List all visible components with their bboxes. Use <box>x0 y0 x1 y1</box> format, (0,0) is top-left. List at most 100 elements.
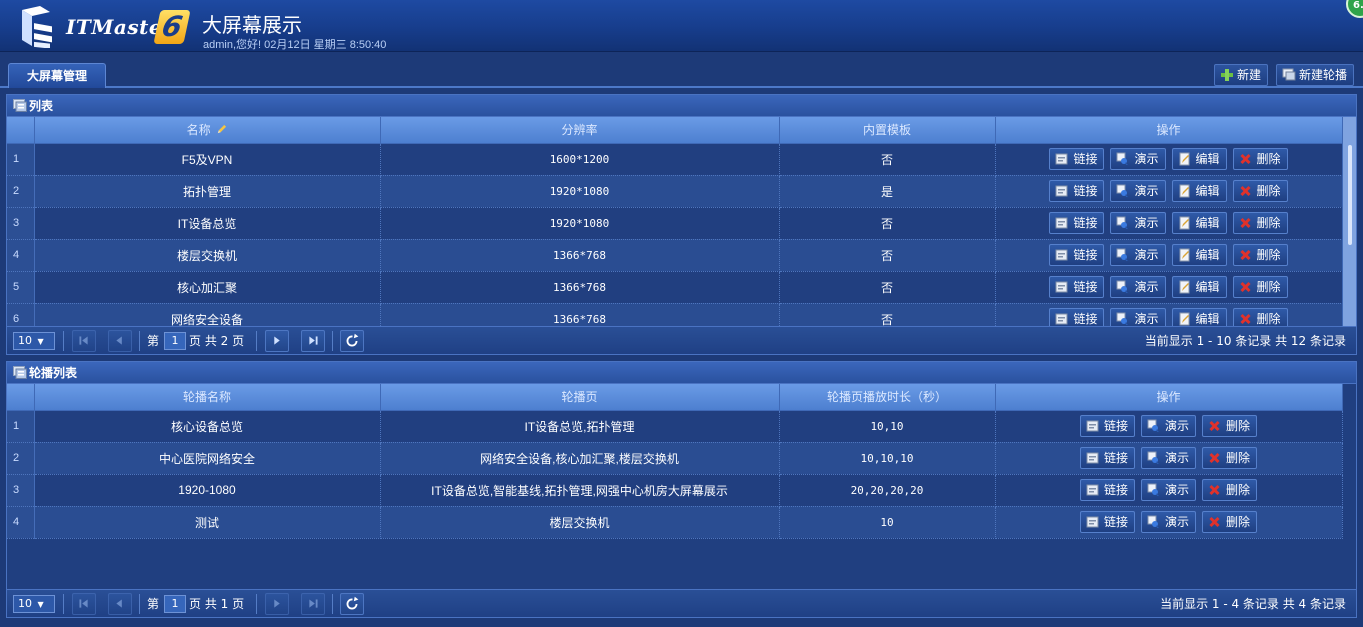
cell-resolution: 1366*768 <box>380 303 780 326</box>
link-button[interactable]: 链接 <box>1079 415 1135 437</box>
delete-button[interactable]: 删除 <box>1202 479 1258 501</box>
link-button[interactable]: 链接 <box>1049 308 1105 326</box>
first-page-button[interactable] <box>72 593 96 615</box>
table-row[interactable]: 6 网络安全设备 1366*768 否 链接 演示 编辑 删除 <box>7 303 1343 326</box>
demo-button[interactable]: 演示 <box>1110 244 1166 266</box>
page-size-select[interactable]: 10 ▼ <box>13 332 55 350</box>
link-button[interactable]: 链接 <box>1079 447 1135 469</box>
demo-button-label: 演示 <box>1164 483 1189 497</box>
cell-actions: 链接 演示 编辑 删除 <box>995 303 1343 326</box>
link-button[interactable]: 链接 <box>1049 148 1105 170</box>
delete-button[interactable]: 删除 <box>1202 447 1258 469</box>
delete-button[interactable]: 删除 <box>1232 148 1288 170</box>
delete-button[interactable]: 删除 <box>1202 415 1258 437</box>
cell-builtin: 否 <box>779 239 996 272</box>
plus-icon <box>1221 69 1233 81</box>
edit-button[interactable]: 编辑 <box>1171 180 1227 202</box>
demo-button[interactable]: 演示 <box>1110 148 1166 170</box>
delete-button[interactable]: 删除 <box>1232 212 1288 234</box>
refresh-button[interactable] <box>340 330 364 352</box>
vertical-scrollbar[interactable] <box>1342 117 1356 326</box>
grid-list-icon <box>13 366 27 379</box>
edit-icon <box>1179 312 1189 326</box>
panel-title-text: 轮播列表 <box>29 366 78 380</box>
page-number-input[interactable]: 1 <box>164 595 186 613</box>
last-page-button[interactable] <box>301 330 325 352</box>
link-button-label: 链接 <box>1073 312 1098 326</box>
delete-button[interactable]: 删除 <box>1232 276 1288 298</box>
delete-button[interactable]: 删除 <box>1232 180 1288 202</box>
table-row[interactable]: 4 楼层交换机 1366*768 否 链接 演示 编辑 删除 <box>7 239 1343 272</box>
delete-button-label: 删除 <box>1256 280 1281 294</box>
demo-button[interactable]: 演示 <box>1110 180 1166 202</box>
link-button[interactable]: 链接 <box>1079 511 1135 533</box>
link-button[interactable]: 链接 <box>1079 479 1135 501</box>
scrollbar-thumb[interactable] <box>1348 145 1352 245</box>
table-row[interactable]: 1 核心设备总览 IT设备总览,拓扑管理 10,10 链接 演示 删除 <box>7 410 1343 443</box>
cell-builtin: 否 <box>779 143 996 176</box>
page-prefix: 第 <box>147 597 160 611</box>
presentation-icon <box>1147 483 1159 496</box>
next-page-button[interactable] <box>265 330 289 352</box>
demo-button[interactable]: 演示 <box>1140 479 1196 501</box>
link-button[interactable]: 链接 <box>1049 180 1105 202</box>
delete-button-label: 删除 <box>1226 419 1251 433</box>
column-header-carousel-pages[interactable]: 轮播页 <box>380 384 780 411</box>
edit-button[interactable]: 编辑 <box>1171 276 1227 298</box>
edit-button[interactable]: 编辑 <box>1171 148 1227 170</box>
cell-builtin: 否 <box>779 207 996 240</box>
screen-list-panel: 列表 名称 分辨率 内置模板 操作 1 F5及VPN 1600*1200 否 链… <box>6 94 1357 355</box>
table-row[interactable]: 2 拓扑管理 1920*1080 是 链接 演示 编辑 删除 <box>7 175 1343 208</box>
next-page-button[interactable] <box>265 593 289 615</box>
refresh-button[interactable] <box>340 593 364 615</box>
table-row[interactable]: 2 中心医院网络安全 网络安全设备,核心加汇聚,楼层交换机 10,10,10 链接 演示 删… <box>7 442 1343 475</box>
column-header-rownum <box>7 384 35 411</box>
delete-button[interactable]: 删除 <box>1232 308 1288 326</box>
table-row[interactable]: 3 1920-1080 IT设备总览,智能基线,拓扑管理,网强中心机房大屏幕展示 20… <box>7 474 1343 507</box>
table-row[interactable]: 3 IT设备总览 1920*1080 否 链接 演示 编辑 删除 <box>7 207 1343 240</box>
demo-button[interactable]: 演示 <box>1110 212 1166 234</box>
column-header-builtin[interactable]: 内置模板 <box>779 117 996 144</box>
demo-button[interactable]: 演示 <box>1110 308 1166 326</box>
column-header-carousel-name[interactable]: 轮播名称 <box>34 384 381 411</box>
logo-version: 6 <box>153 10 191 44</box>
page-size-select[interactable]: 10 ▼ <box>13 595 55 613</box>
table-row[interactable]: 5 核心加汇聚 1366*768 否 链接 演示 编辑 删除 <box>7 271 1343 304</box>
prev-page-button[interactable] <box>108 330 132 352</box>
table-row[interactable]: 4 测试 楼层交换机 10 链接 演示 删除 <box>7 506 1343 539</box>
new-carousel-button[interactable]: 新建轮播 <box>1276 64 1355 86</box>
status-badge[interactable]: 6. <box>1346 0 1363 18</box>
demo-button[interactable]: 演示 <box>1140 447 1196 469</box>
column-header-name[interactable]: 名称 <box>34 117 381 144</box>
demo-button[interactable]: 演示 <box>1140 511 1196 533</box>
presentation-icon <box>1116 312 1129 325</box>
refresh-icon <box>346 333 359 347</box>
tab-screen-management[interactable]: 大屏幕管理 <box>8 63 106 88</box>
edit-button[interactable]: 编辑 <box>1171 244 1227 266</box>
carousel-list-panel: 轮播列表 轮播名称 轮播页 轮播页播放时长（秒） 操作 1 核心设备总览 IT设备总… <box>6 361 1357 618</box>
delete-button[interactable]: 删除 <box>1202 511 1258 533</box>
presentation-icon <box>1147 515 1159 528</box>
delete-button-label: 删除 <box>1256 152 1281 166</box>
new-button[interactable]: 新建 <box>1214 64 1269 86</box>
column-header-durations[interactable]: 轮播页播放时长（秒） <box>779 384 996 411</box>
first-page-button[interactable] <box>72 330 96 352</box>
delete-button[interactable]: 删除 <box>1232 244 1288 266</box>
edit-button[interactable]: 编辑 <box>1171 308 1227 326</box>
link-button[interactable]: 链接 <box>1049 276 1105 298</box>
demo-button[interactable]: 演示 <box>1140 415 1196 437</box>
link-button[interactable]: 链接 <box>1049 244 1105 266</box>
edit-button[interactable]: 编辑 <box>1171 212 1227 234</box>
table-row[interactable]: 1 F5及VPN 1600*1200 否 链接 演示 编辑 删除 <box>7 143 1343 176</box>
page-total: 页 共 1 页 <box>189 597 245 611</box>
cell-actions: 链接 演示 删除 <box>995 442 1343 475</box>
last-page-button[interactable] <box>301 593 325 615</box>
column-header-resolution[interactable]: 分辨率 <box>380 117 780 144</box>
edit-button-label: 编辑 <box>1195 152 1220 166</box>
link-button[interactable]: 链接 <box>1049 212 1105 234</box>
row-number: 4 <box>7 239 35 272</box>
first-page-icon <box>79 336 88 345</box>
page-number-input[interactable]: 1 <box>164 332 186 350</box>
prev-page-button[interactable] <box>108 593 132 615</box>
demo-button[interactable]: 演示 <box>1110 276 1166 298</box>
